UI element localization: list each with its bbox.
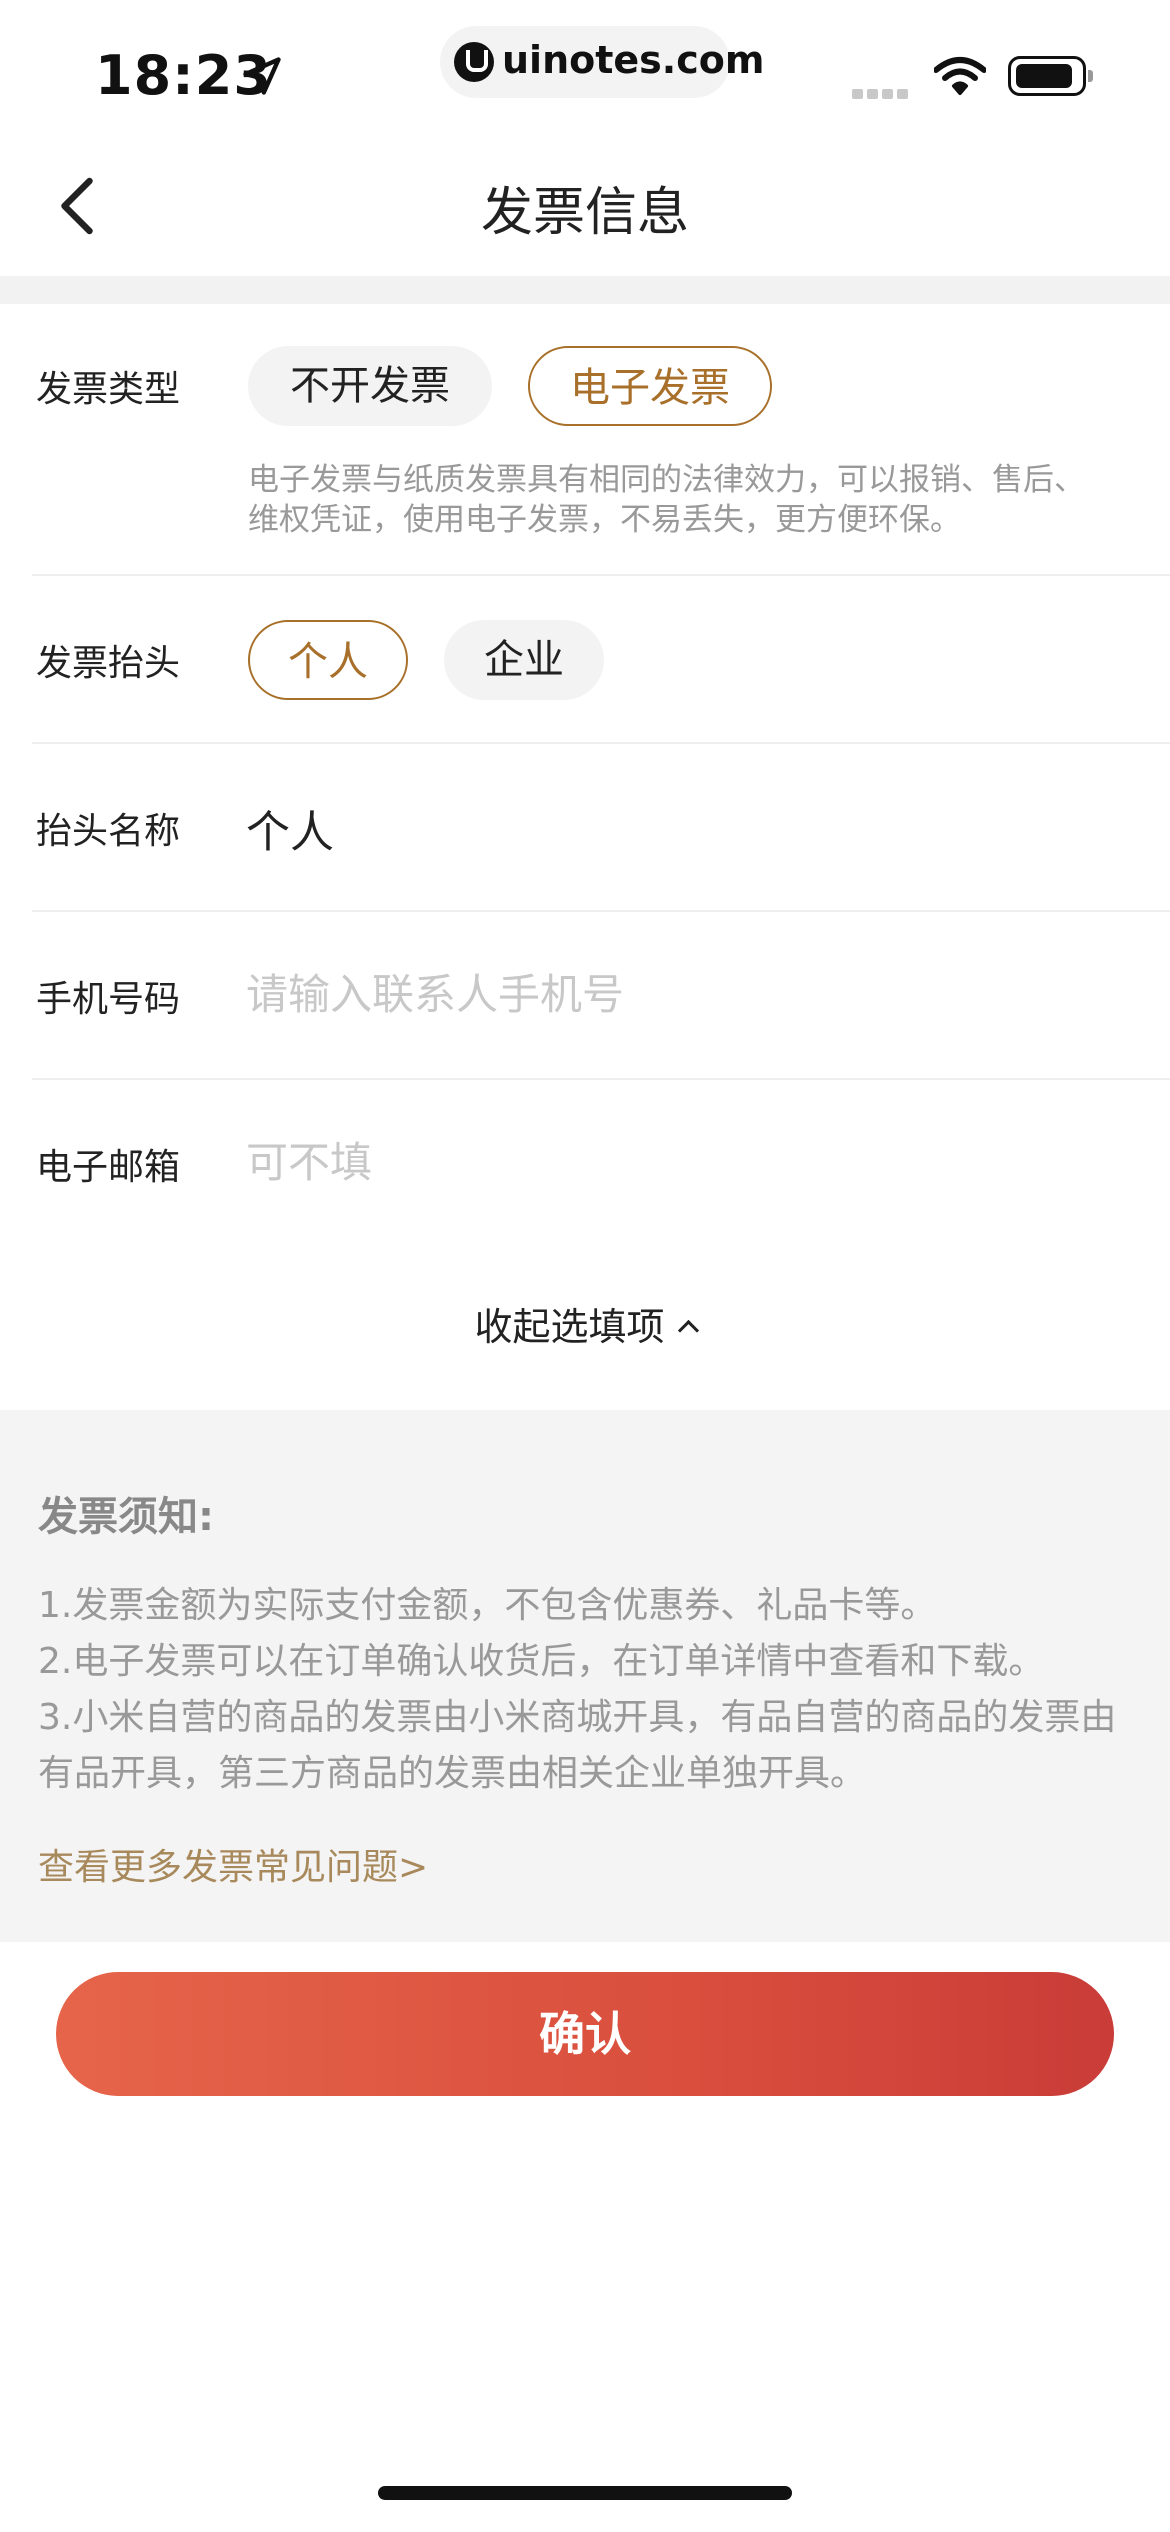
- status-bar: 18:23 uinotes.com: [0, 0, 1170, 150]
- chevron-up-icon: [677, 1319, 699, 1342]
- wifi-icon: [934, 57, 986, 95]
- header-name-value: 个人: [246, 807, 334, 858]
- invoice-header-label: 发票抬头: [36, 643, 181, 684]
- nav-bar: 发票信息: [0, 150, 1170, 276]
- notice-item: 3.小米自营的商品的发票由小米商城开具，有品自营的商品的发票由有品开具，第三方商…: [38, 1697, 1117, 1794]
- notice-list: 1.发票金额为实际支付金额，不包含优惠券、礼品卡等。 2.电子发票可以在订单确认…: [38, 1578, 1148, 1802]
- row-divider: [32, 910, 1170, 912]
- page-title: 发票信息: [480, 183, 689, 243]
- home-indicator: [378, 2486, 792, 2500]
- option-no-invoice[interactable]: 不开发票: [248, 346, 492, 426]
- battery-icon: [1008, 56, 1093, 96]
- option-electronic-invoice[interactable]: 电子发票: [528, 346, 772, 426]
- phone-input[interactable]: [246, 962, 1106, 1026]
- header-name-label: 抬头名称: [36, 811, 181, 852]
- email-input[interactable]: [246, 1130, 1106, 1194]
- confirm-button[interactable]: 确认: [56, 1972, 1114, 2096]
- site-logo-icon: [454, 42, 494, 82]
- notice-item: 2.电子发票可以在订单确认收货后，在订单详情中查看和下载。: [38, 1641, 1045, 1682]
- url-text: uinotes.com: [502, 38, 765, 82]
- option-personal[interactable]: 个人: [248, 620, 408, 700]
- collapse-optional-button[interactable]: 收起选填项: [0, 1296, 1170, 1351]
- location-arrow-icon: [243, 57, 281, 95]
- invoice-type-label: 发票类型: [36, 369, 181, 410]
- email-label: 电子邮箱: [36, 1147, 181, 1188]
- url-pill[interactable]: uinotes.com: [440, 26, 764, 98]
- row-divider: [32, 574, 1170, 576]
- row-divider: [32, 1078, 1170, 1080]
- option-enterprise[interactable]: 企业: [444, 620, 604, 700]
- invoice-type-hint: 电子发票与纸质发票具有相同的法律效力，可以报销、售后、维权凭证，使用电子发票，不…: [248, 462, 1085, 538]
- row-divider: [32, 742, 1170, 744]
- cellular-signal-icon: [852, 84, 914, 99]
- collapse-label: 收起选填项: [474, 1305, 665, 1349]
- invoice-notice: 发票须知: 1.发票金额为实际支付金额，不包含优惠券、礼品卡等。 2.电子发票可…: [0, 1410, 1170, 1942]
- section-divider: [0, 276, 1170, 304]
- phone-label: 手机号码: [36, 979, 181, 1020]
- faq-link[interactable]: 查看更多发票常见问题>: [38, 1838, 428, 1890]
- notice-item: 1.发票金额为实际支付金额，不包含优惠券、礼品卡等。: [38, 1585, 937, 1626]
- notice-title: 发票须知:: [38, 1494, 214, 1540]
